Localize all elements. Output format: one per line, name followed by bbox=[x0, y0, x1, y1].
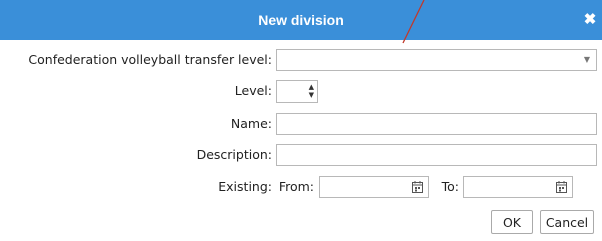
from-label: From: bbox=[278, 179, 314, 194]
confederation-dropdown[interactable]: ▼ bbox=[276, 49, 597, 71]
spinner-down-icon[interactable]: ▼ bbox=[309, 92, 314, 99]
close-icon[interactable]: ✖ bbox=[583, 12, 597, 27]
cancel-button[interactable]: Cancel bbox=[540, 210, 594, 234]
calendar-icon[interactable] bbox=[412, 181, 423, 193]
to-date-field[interactable] bbox=[463, 176, 573, 198]
annotation-line bbox=[402, 0, 425, 44]
calendar-icon[interactable] bbox=[556, 181, 567, 193]
level-label: Level: bbox=[234, 83, 272, 98]
name-input[interactable] bbox=[277, 114, 596, 134]
dialog-title: New division bbox=[258, 12, 344, 28]
confederation-input[interactable] bbox=[277, 50, 596, 70]
ok-button[interactable]: OK bbox=[491, 210, 533, 234]
to-label: To: bbox=[441, 179, 459, 194]
name-field[interactable] bbox=[276, 113, 597, 135]
description-label: Description: bbox=[196, 147, 272, 162]
dialog-titlebar: New division ✖ bbox=[0, 0, 602, 40]
description-input[interactable] bbox=[277, 145, 596, 165]
chevron-down-icon[interactable]: ▼ bbox=[584, 55, 590, 64]
confederation-label: Confederation volleyball transfer level: bbox=[28, 52, 272, 67]
spinner-up-icon[interactable]: ▲ bbox=[309, 84, 314, 91]
description-field[interactable] bbox=[276, 144, 597, 166]
name-label: Name: bbox=[230, 116, 272, 131]
level-stepper[interactable]: ▲ ▼ bbox=[276, 80, 318, 103]
from-date-field[interactable] bbox=[319, 176, 429, 198]
existing-label: Existing: bbox=[218, 179, 272, 194]
